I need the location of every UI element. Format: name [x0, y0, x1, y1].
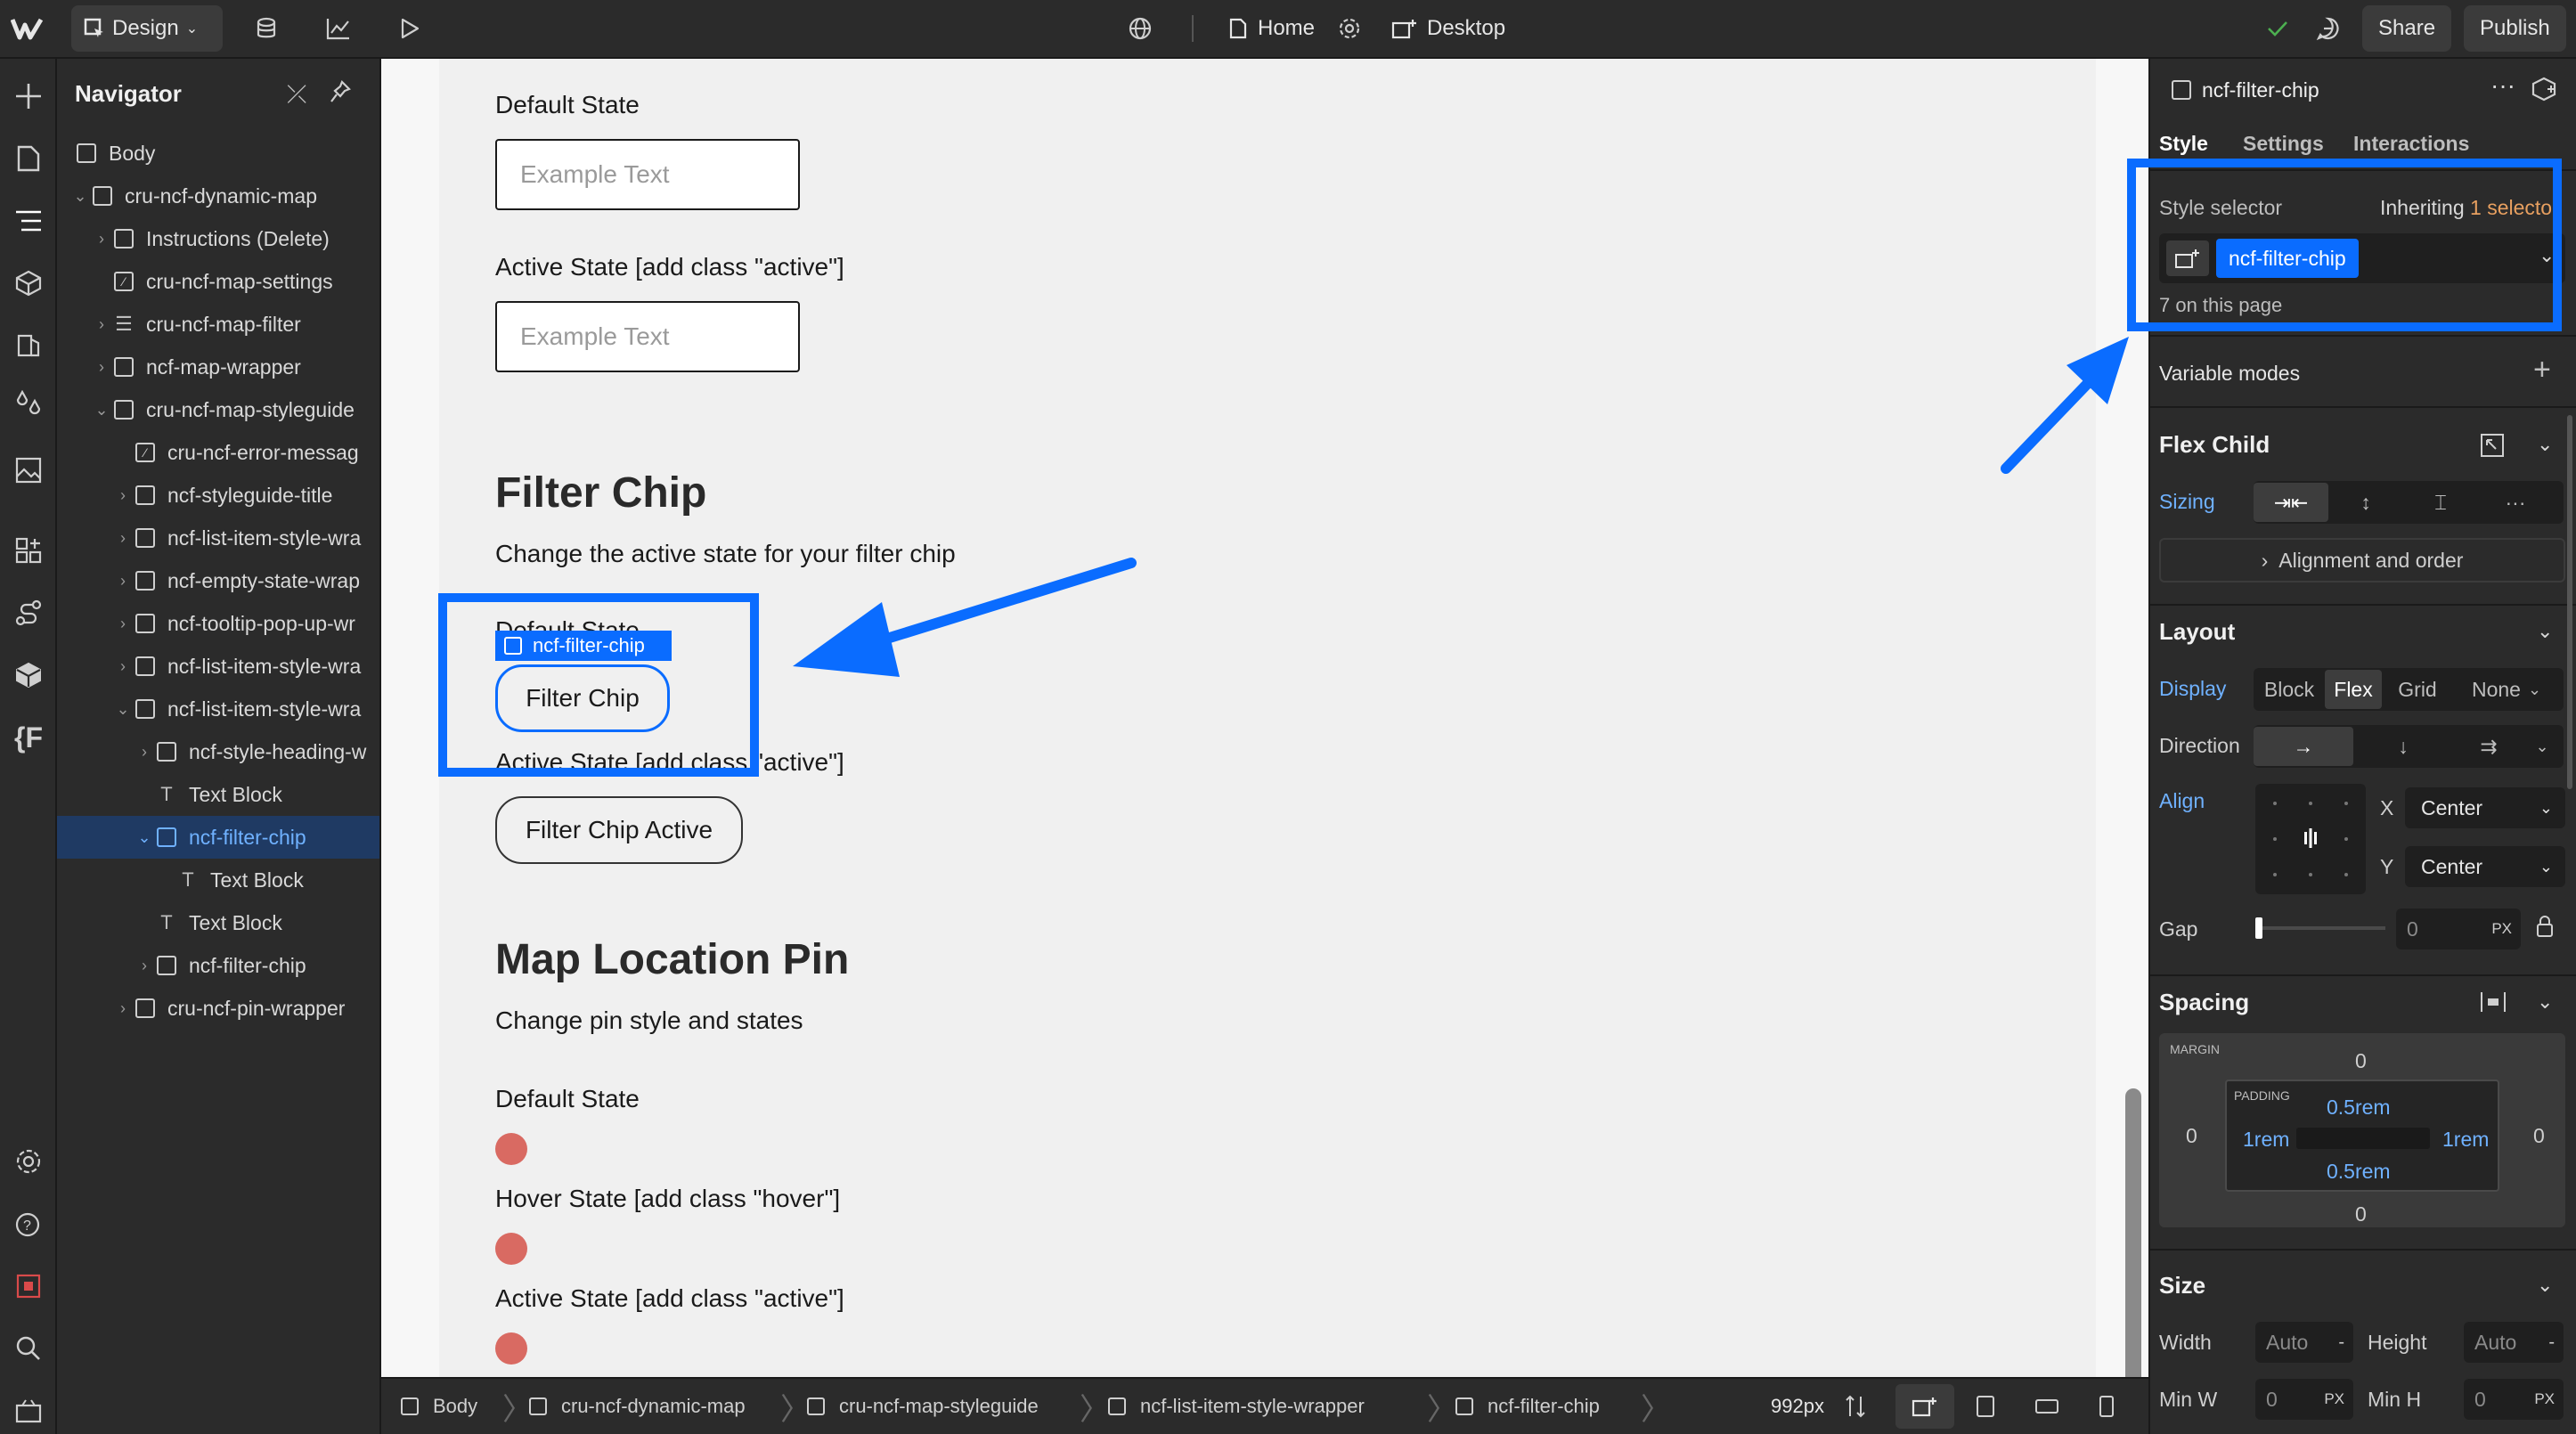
arrow-to-chip-icon	[793, 558, 1137, 677]
arrow-to-selector-icon	[2001, 337, 2129, 474]
annotation-arrows	[793, 337, 2129, 677]
